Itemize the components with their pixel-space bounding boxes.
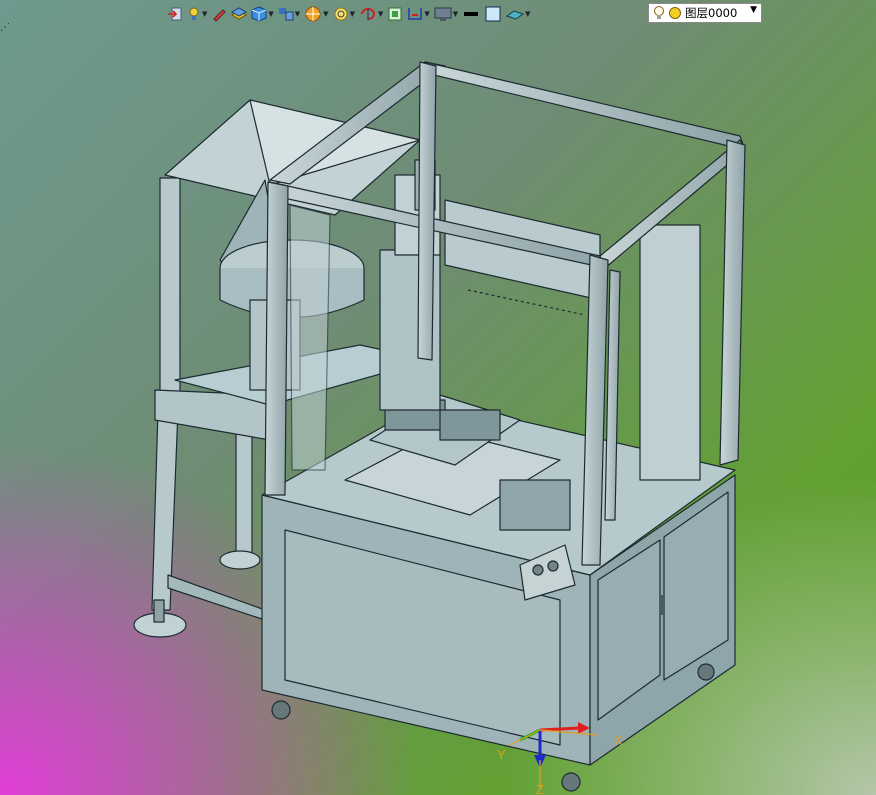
machine-model: X Y Z [133, 61, 746, 795]
fill-color-icon[interactable] [483, 4, 503, 24]
cube-icon[interactable]: ▼ [250, 4, 274, 24]
exit-icon[interactable] [166, 4, 184, 24]
line-color-icon[interactable] [461, 4, 481, 24]
monitor-icon[interactable]: ▼ [433, 4, 459, 24]
zoom-icon[interactable]: ▼ [332, 4, 356, 24]
view-toolbar: ▼ ▼ ▼ ▼ ▼ ▼ ▼ ▼ ▼ [166, 3, 532, 25]
sun-icon[interactable] [668, 6, 682, 20]
layer-name: 图层0000 [685, 6, 738, 20]
light-icon[interactable]: ▼ [186, 4, 208, 24]
y-axis-label: Y [497, 747, 506, 762]
chevron-down-icon[interactable]: ▼ [750, 5, 757, 15]
stack-icon[interactable] [230, 4, 248, 24]
layer-selector[interactable]: 图层0000 ▼ [648, 3, 762, 23]
surface-icon[interactable]: ▼ [505, 4, 531, 24]
z-axis-label: Z [536, 782, 544, 795]
render-icon[interactable]: ▼ [303, 4, 329, 24]
multi-view-icon[interactable]: ▼ [277, 4, 301, 24]
cursor-mark: ⋰ [0, 22, 10, 33]
rotate-icon[interactable]: ▼ [358, 4, 384, 24]
fit-icon[interactable] [386, 4, 404, 24]
bulb-icon[interactable] [652, 5, 666, 21]
3d-viewport[interactable]: X Y Z [0, 0, 876, 795]
x-axis-label: X [614, 733, 623, 748]
section-icon[interactable]: ▼ [406, 4, 430, 24]
pen-icon[interactable] [210, 4, 228, 24]
